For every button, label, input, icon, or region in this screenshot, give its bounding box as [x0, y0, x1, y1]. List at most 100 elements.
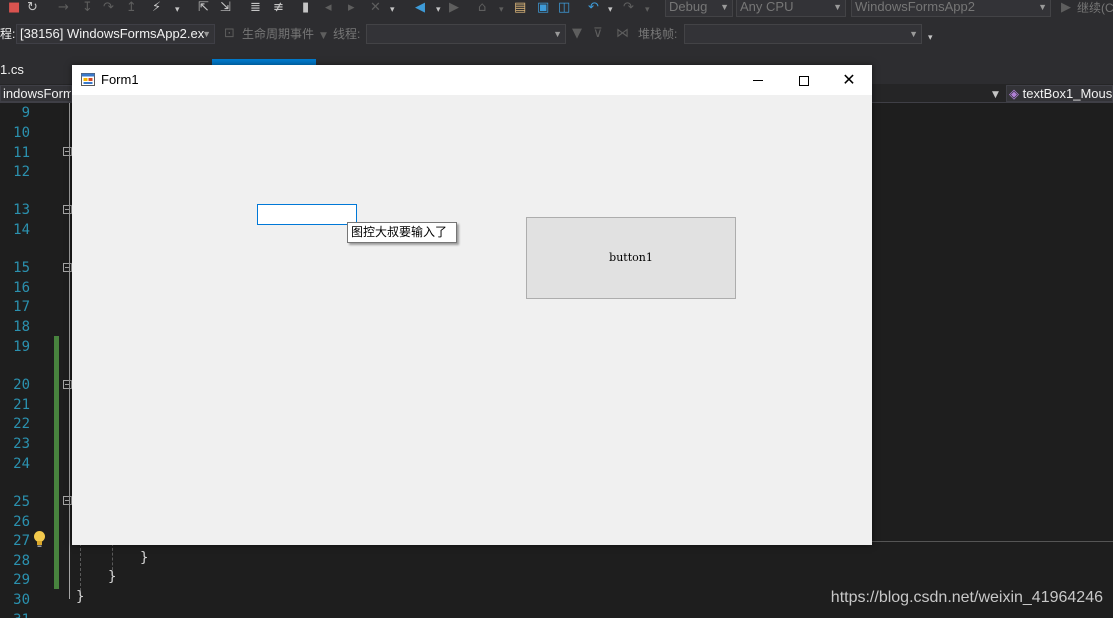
line-number: 28: [13, 553, 30, 569]
step-into-icon[interactable]: ↧: [82, 0, 93, 16]
navigate-forward-icon[interactable]: ▶: [449, 0, 459, 16]
line-number: 31: [8, 612, 30, 618]
close-button[interactable]: ✕: [826, 65, 872, 95]
prev-bookmark-icon[interactable]: ◂: [325, 0, 332, 16]
filter-icon[interactable]: ▼: [572, 26, 582, 42]
line-number: 22: [13, 416, 30, 432]
chevron-down-icon[interactable]: ▼: [320, 28, 327, 44]
outline-guide: [69, 103, 70, 599]
stack-frame-select[interactable]: ▼: [684, 24, 922, 44]
thread-label: 线程:: [333, 27, 361, 41]
line-number: 11: [13, 145, 30, 161]
chevron-down-icon: ▼: [1038, 2, 1047, 12]
line-number: 15: [13, 260, 30, 276]
fold-toggle[interactable]: [63, 496, 72, 505]
line-number: 9: [21, 105, 30, 121]
filter-clear-icon[interactable]: ⊽: [593, 26, 603, 42]
chevron-down-icon[interactable]: ▾: [499, 2, 504, 18]
line-number: 23: [13, 436, 30, 452]
line-number: 18: [13, 319, 30, 335]
fold-toggle[interactable]: [63, 380, 72, 389]
play-icon[interactable]: ▶: [1061, 0, 1071, 16]
code-brace: }: [108, 569, 117, 585]
continue-button[interactable]: 继续(C: [1077, 0, 1113, 16]
next-bookmark-icon[interactable]: ▸: [348, 0, 355, 16]
redo-icon[interactable]: ↷: [623, 0, 634, 16]
platform-select[interactable]: Any CPU ▼: [736, 0, 846, 17]
line-number: 13: [13, 202, 30, 218]
lightbulb-icon[interactable]: [33, 530, 46, 548]
hot-reload-icon[interactable]: ⚡: [152, 0, 161, 16]
line-number: 21: [13, 397, 30, 413]
line-number: 20: [13, 377, 30, 393]
bookmark-icon[interactable]: ▮: [302, 0, 309, 16]
comment-icon[interactable]: ≣: [250, 0, 261, 16]
chevron-down-icon[interactable]: ▼: [992, 87, 999, 103]
window-title-bar[interactable]: Form1 ✕: [72, 65, 872, 95]
line-number: 16: [13, 280, 30, 296]
textbox-tooltip: 图控大叔要输入了: [347, 222, 457, 243]
button1[interactable]: button1: [526, 217, 736, 299]
toolbar-overflow-icon[interactable]: ▾: [928, 30, 933, 46]
undo-icon[interactable]: ↶: [588, 0, 599, 16]
form-client-area: 图控大叔要输入了 button1: [72, 95, 872, 545]
save-all-icon[interactable]: ◫: [558, 0, 570, 16]
platform-value: Any CPU: [740, 0, 794, 14]
stop-debugging-icon[interactable]: ■: [8, 0, 20, 16]
new-project-icon[interactable]: ⌂: [478, 0, 486, 16]
member-nav-value: textBox1_Mous: [1022, 86, 1113, 101]
fold-toggle[interactable]: [63, 205, 72, 214]
window-title: Form1: [101, 72, 139, 87]
startup-project-select[interactable]: WindowsFormsApp2 ▼: [851, 0, 1051, 17]
fold-toggle[interactable]: [63, 263, 72, 272]
open-folder-icon[interactable]: ▤: [514, 0, 526, 16]
save-icon[interactable]: ▣: [537, 0, 549, 16]
chevron-down-icon[interactable]: ▾: [436, 2, 441, 18]
line-number: 14: [13, 222, 30, 238]
chevron-down-icon[interactable]: ▾: [390, 2, 395, 18]
configuration-select[interactable]: Debug ▼: [665, 0, 733, 17]
vs-toolbar-debug-location: 程: [38156] WindowsFormsApp2.ex ▼ ⊡ 生命周期事…: [0, 18, 1113, 50]
chevron-down-icon: ▼: [720, 2, 729, 12]
line-number: 12: [13, 164, 30, 180]
close-icon: ✕: [842, 70, 856, 89]
show-next-statement-icon[interactable]: →: [58, 0, 69, 16]
watermark-text: https://blog.csdn.net/weixin_41964246: [830, 589, 1103, 606]
process-label: 程:: [0, 27, 16, 41]
uncomment-icon[interactable]: ≢: [273, 0, 284, 16]
textbox1[interactable]: [257, 204, 357, 225]
maximize-button[interactable]: [781, 65, 827, 95]
chevron-down-icon[interactable]: ▾: [645, 2, 650, 18]
configuration-value: Debug: [669, 0, 708, 14]
align-icon[interactable]: ⇲: [220, 0, 231, 16]
stack-frame-label: 堆栈帧:: [638, 27, 678, 41]
line-number: 24: [13, 456, 30, 472]
navigate-back-icon[interactable]: ◀: [415, 0, 425, 16]
line-number: 17: [13, 299, 30, 315]
step-over-icon[interactable]: ↷: [103, 0, 114, 16]
step-out-icon[interactable]: ↥: [126, 0, 137, 16]
form1-window: Form1 ✕ 图控大叔要输入了 button1: [72, 65, 872, 545]
restart-icon[interactable]: ↻: [27, 0, 38, 16]
change-marker: [54, 336, 59, 589]
minimize-button[interactable]: [735, 65, 781, 95]
chevron-down-icon: ▼: [833, 2, 842, 12]
project-nav-select[interactable]: indowsForm: [0, 85, 72, 102]
clear-bookmarks-icon[interactable]: ✕: [370, 0, 381, 16]
format-icon[interactable]: ⇱: [198, 0, 209, 16]
thread-select[interactable]: ▼: [366, 24, 566, 44]
chevron-down-icon[interactable]: ▾: [175, 2, 180, 18]
flag-threads-icon[interactable]: ⋈: [616, 26, 629, 42]
chevron-down-icon[interactable]: ▾: [608, 2, 613, 18]
code-brace: }: [76, 589, 85, 605]
lifecycle-events-icon[interactable]: ⊡: [224, 26, 235, 42]
chevron-down-icon: ▼: [553, 29, 562, 39]
line-number: 25: [13, 494, 30, 510]
fold-toggle[interactable]: [63, 147, 72, 156]
lifecycle-events-button[interactable]: 生命周期事件: [242, 26, 314, 42]
maximize-icon: [799, 75, 809, 86]
line-number: 27: [13, 533, 30, 549]
tab-form1-cs[interactable]: 1.cs: [0, 60, 24, 82]
process-select[interactable]: [38156] WindowsFormsApp2.ex ▼: [16, 24, 215, 44]
member-nav-select[interactable]: ◈ textBox1_Mous: [1006, 85, 1113, 102]
